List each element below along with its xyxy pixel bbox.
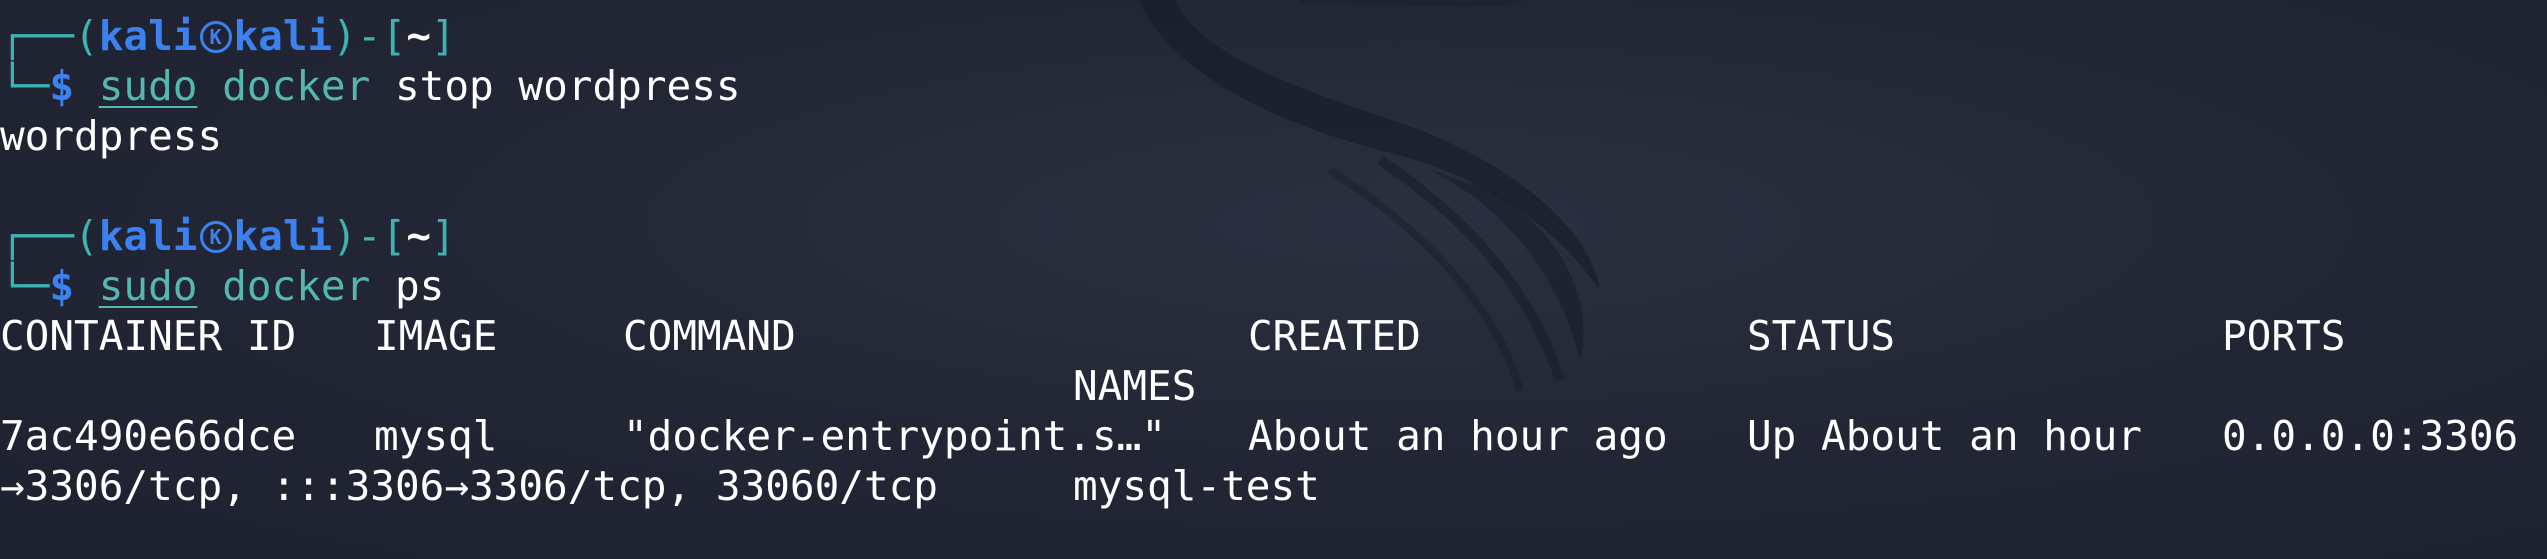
command-line-1[interactable]: └─$ sudo docker stop wordpress: [0, 61, 741, 111]
prompt-dir-close: ]: [431, 12, 456, 60]
prompt-line-2: ┌──(kalikali)-[~]: [0, 211, 456, 261]
prompt-open-bracket: ┌──(: [0, 12, 99, 60]
row-container-id: 7ac490e66dce: [0, 412, 297, 460]
prompt-user: kali: [98, 12, 198, 60]
prompt-dir: ~: [406, 212, 431, 260]
prompt-host: kali: [233, 212, 333, 260]
prompt-dir: ~: [406, 12, 431, 60]
header-command: COMMAND: [623, 312, 796, 360]
terminal-window[interactable]: ┌──(kalikali)-[~] └─$ sudo docker stop w…: [0, 0, 2547, 559]
cmd-docker: docker: [222, 262, 371, 310]
prompt-line-1: ┌──(kalikali)-[~]: [0, 11, 456, 61]
cmd-sudo: sudo: [98, 262, 198, 310]
kali-logo-icon: [199, 21, 232, 53]
header-ports: PORTS: [2222, 312, 2346, 360]
row-names: mysql-test: [1073, 462, 1320, 510]
prompt-dir-close: ]: [431, 212, 456, 260]
prompt-user: kali: [98, 212, 198, 260]
prompt-open-bracket: ┌──(: [0, 212, 99, 260]
prompt-dollar: $: [49, 62, 75, 110]
prompt-corner: └─: [0, 62, 50, 110]
row-created: About an hour ago: [1248, 412, 1668, 460]
prompt-dollar: $: [49, 262, 75, 310]
cmd-sudo: sudo: [98, 62, 198, 110]
row-command: "docker-entrypoint.s…": [623, 412, 1167, 460]
row-ports-part2: →3306/tcp, :::3306→3306/tcp, 33060/tcp: [0, 462, 938, 510]
row-ports-part1: 0.0.0.0:3306: [2222, 412, 2519, 460]
row-image: mysql: [374, 412, 498, 460]
header-created: CREATED: [1248, 312, 1421, 360]
cmd-args: ps: [394, 262, 445, 310]
command-output-1: wordpress: [0, 112, 223, 160]
prompt-host: kali: [233, 12, 333, 60]
header-container-id: CONTAINER ID: [0, 312, 297, 360]
header-image: IMAGE: [374, 312, 498, 360]
prompt-corner: └─: [0, 262, 50, 310]
kali-logo-icon: [199, 221, 232, 253]
header-names: NAMES: [1073, 362, 1197, 410]
prompt-dir-open: )-[: [332, 12, 407, 60]
cmd-args: stop wordpress: [394, 62, 741, 110]
header-status: STATUS: [1747, 312, 1896, 360]
command-line-2[interactable]: └─$ sudo docker ps: [0, 261, 444, 311]
prompt-dir-open: )-[: [332, 212, 407, 260]
cmd-docker: docker: [222, 62, 371, 110]
row-status: Up About an hour: [1747, 412, 2142, 460]
